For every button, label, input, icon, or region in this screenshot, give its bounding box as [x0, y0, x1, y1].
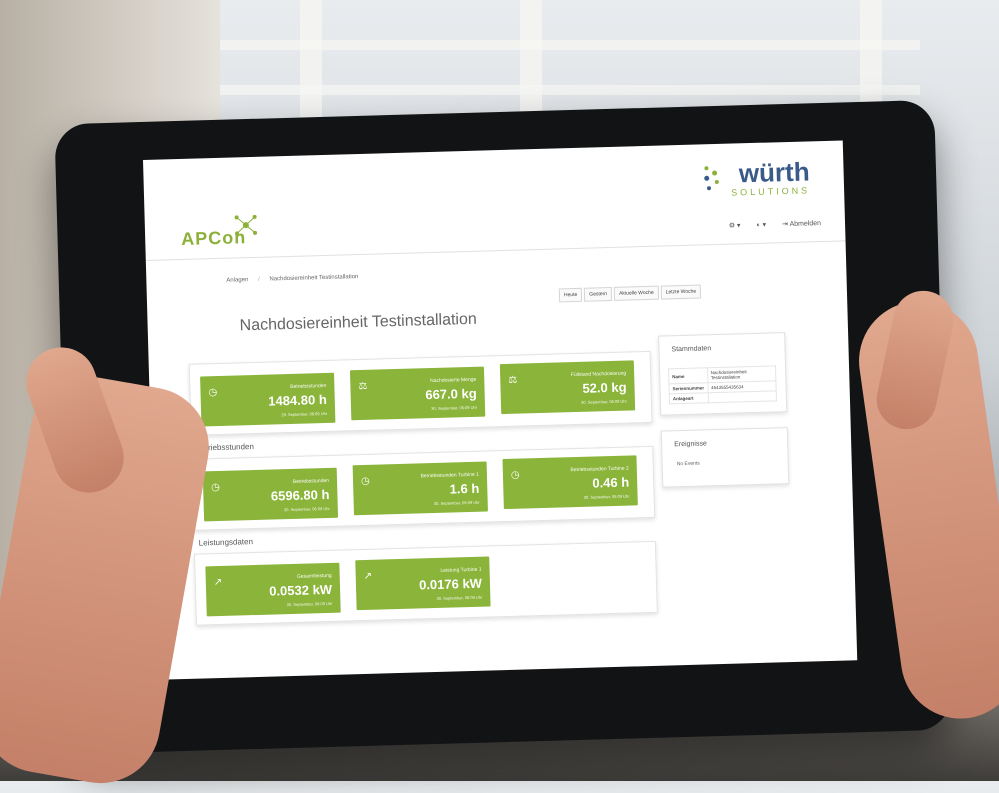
clock-icon: ◷ — [510, 469, 520, 481]
background-beam — [220, 40, 920, 50]
breadcrumb-current: Nachdosiereinheit Testinstallation — [269, 274, 359, 283]
tile-label: Gesamtleistung — [296, 572, 332, 580]
tile-turbine-1-hours[interactable]: ◷ Betriebsstunden Turbine 1 1.6 h 30. Se… — [352, 461, 488, 516]
tile-timestamp: 30. September, 06:09 Uhr — [283, 505, 330, 513]
background-beam — [220, 85, 920, 95]
tile-timestamp: 30. September, 06:09 Uhr — [286, 600, 333, 608]
tile-timestamp: 30. September, 06:09 Uhr — [433, 499, 480, 507]
top-navigation: ⚙ ▾ ◐ ▾ ⇥ Abmelden — [715, 219, 821, 230]
tile-value: 1.6 h — [449, 480, 480, 497]
page-title: Nachdosiereinheit Testinstallation — [239, 310, 478, 335]
tile-timestamp: 30. September, 06:09 Uhr — [431, 404, 478, 412]
tablet-screen: APCon würth SOLUTIONS ⚙ ▾ ◐ ▾ ⇥ Abmelden… — [143, 140, 858, 680]
tile-betriebsstunden[interactable]: ◷ Betriebsstunden 1484.80 h 29. Septembe… — [200, 372, 336, 427]
row-value — [707, 390, 777, 403]
molecule-icon — [234, 214, 258, 236]
clock-icon: ◷ — [208, 387, 218, 399]
tile-label: Betriebsstunden — [292, 477, 330, 485]
section-title: Leistungsdaten — [198, 537, 254, 548]
app-header: APCon würth SOLUTIONS ⚙ ▾ ◐ ▾ ⇥ Abmelden — [143, 140, 846, 261]
clock-icon: ◷ — [360, 475, 370, 488]
stammdaten-panel: Stammdaten Name Nachdosiereinheit Testin… — [658, 332, 788, 416]
tile-label: Betriebsstunden — [290, 382, 327, 390]
stammdaten-table: Name Nachdosiereinheit Testinstallation … — [668, 365, 777, 404]
tile-value: 0.0532 kW — [269, 581, 333, 599]
clock-icon: ◷ — [211, 481, 221, 494]
tile-label: Betriebsstunden Turbine 1 — [420, 471, 480, 480]
tile-timestamp: 30. September, 06:09 Uhr — [581, 398, 627, 405]
company-name: würth — [738, 156, 810, 189]
tab-aktuelle-woche[interactable]: Aktuelle Woche — [613, 285, 659, 301]
language-menu[interactable]: ◐ ▾ — [756, 222, 766, 229]
stammdaten-title: Stammdaten — [671, 345, 712, 354]
tab-letzte-woche[interactable]: Letzte Woche — [660, 284, 702, 300]
breadcrumb-anlagen[interactable]: Anlagen — [226, 277, 248, 284]
tile-timestamp: 29. September, 06:09 Uhr — [281, 410, 328, 418]
tab-gestern[interactable]: Gestern — [584, 286, 613, 302]
wurth-logo: würth SOLUTIONS — [704, 156, 811, 198]
tile-value: 0.46 h — [592, 474, 630, 491]
tile-fuellstand[interactable]: ⚖ Füllstand Nachdosierung 52.0 kg 30. Se… — [499, 360, 636, 415]
events-empty-text: No Events — [676, 460, 700, 468]
logout-link[interactable]: ⇥ Abmelden — [782, 220, 821, 228]
tile-value: 6596.80 h — [270, 486, 330, 504]
row-key: Anlageart — [669, 392, 709, 404]
overview-panel: ◷ Betriebsstunden 1484.80 h 29. Septembe… — [188, 350, 653, 436]
scale-icon: ⚖ — [358, 380, 368, 393]
leistungsdaten-panel: Leistungsdaten ↗ Gesamtleistung 0.0532 k… — [194, 537, 658, 626]
tile-label: Betriebsstunden Turbine 2 — [570, 465, 629, 474]
tile-betriebsstunden-total[interactable]: ◷ Betriebsstunden 6596.80 h 30. Septembe… — [202, 467, 339, 522]
breadcrumb: Anlagen / Nachdosiereinheit Testinstalla… — [226, 274, 358, 284]
time-range-tabs: Heute Gestern Aktuelle Woche Letzte Woch… — [557, 284, 702, 303]
betriebsstunden-panel: Betriebsstunden ◷ Betriebsstunden 6596.8… — [191, 442, 656, 531]
tile-label: Nachdosierte Menge — [430, 376, 477, 385]
tile-label: Leistung Turbine 1 — [440, 566, 482, 574]
tile-timestamp: 30. September, 06:09 Uhr — [436, 594, 483, 601]
tile-value: 0.0176 kW — [418, 575, 483, 593]
scale-icon: ⚖ — [508, 374, 518, 386]
row-key: Name — [668, 367, 708, 384]
ereignisse-title: Ereignisse — [674, 440, 707, 449]
tile-value: 1484.80 h — [268, 391, 327, 409]
ereignisse-panel: Ereignisse No Events — [660, 427, 790, 488]
breadcrumb-separator: / — [258, 276, 260, 283]
tile-value: 667.0 kg — [425, 385, 477, 403]
chart-icon: ↗ — [213, 576, 223, 589]
tile-label: Füllstand Nachdosierung — [570, 370, 627, 379]
chart-icon: ↗ — [363, 570, 373, 582]
dots-icon — [704, 166, 719, 191]
tile-value: 52.0 kg — [582, 379, 627, 396]
table-row: Anlageart — [669, 390, 777, 404]
tile-leistung-turbine-1[interactable]: ↗ Leistung Turbine 1 0.0176 kW 30. Septe… — [355, 556, 491, 611]
tile-nachdosierte-menge[interactable]: ⚖ Nachdosierte Menge 667.0 kg 30. Septem… — [349, 366, 486, 421]
tile-turbine-2-hours[interactable]: ◷ Betriebsstunden Turbine 2 0.46 h 30. S… — [502, 455, 638, 510]
tile-gesamtleistung[interactable]: ↗ Gesamtleistung 0.0532 kW 30. September… — [205, 562, 341, 617]
company-subtitle: SOLUTIONS — [730, 185, 811, 198]
tab-heute[interactable]: Heute — [558, 287, 583, 303]
settings-menu[interactable]: ⚙ ▾ — [729, 222, 741, 229]
tile-timestamp: 30. September, 06:09 Uhr — [583, 493, 630, 500]
